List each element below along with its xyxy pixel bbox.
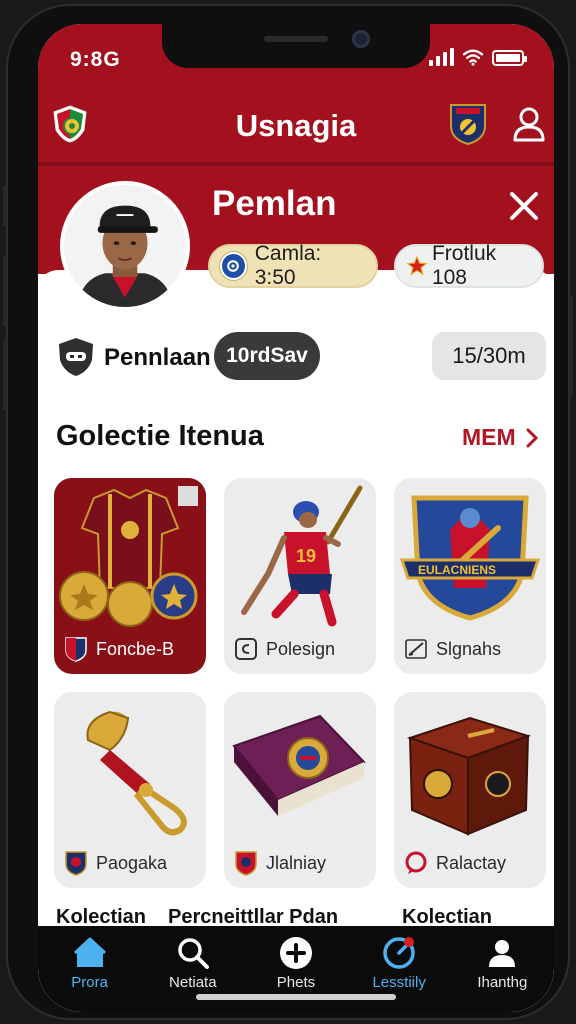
volume-up-button [3, 256, 7, 326]
card-footer: Paogaka [64, 850, 167, 876]
coins-chip-label: Camla: 3:50 [254, 242, 322, 289]
club-badge-icon [65, 851, 87, 876]
card-footer: Ralactay [404, 850, 506, 876]
collection-card[interactable]: Ralactay [394, 692, 546, 888]
card-footer: Foncbe-B [64, 636, 174, 662]
user-profile-icon[interactable] [512, 106, 546, 142]
card-footer: Polesign [234, 636, 335, 662]
activity-icon [383, 937, 415, 969]
nav-label: Prora [71, 974, 108, 991]
nav-label: Lesstiily [372, 974, 426, 991]
avatar[interactable] [60, 181, 190, 311]
speaker-grille [264, 36, 328, 42]
home-icon [73, 937, 106, 967]
screen: 9:8G Usnagia Pemlan Camla: 3:50 Frotluk … [38, 24, 554, 1012]
card-label: Slgnahs [436, 638, 502, 659]
card-label: Ralactay [436, 852, 507, 873]
coins-chip[interactable]: Camla: 3:50 [208, 242, 378, 289]
stat-pill[interactable]: 10rdSav [214, 332, 320, 380]
wifi-icon [462, 49, 484, 66]
see-more-link[interactable]: MEM [462, 424, 538, 451]
svg-text:EULACNIENS: EULACNIENS [418, 563, 496, 577]
status-icons [429, 48, 527, 66]
card-label: Foncbe-B [96, 638, 175, 659]
collection-card[interactable]: Jlalniay [224, 692, 376, 888]
status-time: 9:8G [70, 48, 121, 71]
notch [162, 24, 430, 68]
card-footer: Slgnahs [404, 636, 501, 662]
book-artwork [224, 692, 376, 842]
nav-item-add[interactable]: Phets [246, 936, 346, 991]
chevron-right-icon [526, 428, 538, 447]
shield-icon [59, 338, 93, 376]
crest-artwork: EULACNIENS [394, 478, 546, 628]
nav-item-profile[interactable]: Ihanthg [452, 936, 552, 991]
nav-label: Phets [276, 974, 316, 991]
svg-text:19: 19 [296, 546, 316, 566]
rank-chip-label: Frotluk 108 [431, 242, 497, 289]
card-label: Paogaka [96, 852, 168, 873]
collection-card[interactable]: Paogaka [54, 692, 206, 888]
box-artwork [394, 692, 546, 842]
close-icon[interactable] [504, 186, 544, 226]
card-label: Polesign [266, 638, 336, 659]
person-icon [489, 940, 516, 967]
card-footer: Jlalniay [234, 850, 326, 876]
stat-label: Pennlaan [104, 344, 211, 371]
signal-icon [429, 48, 454, 66]
player-artwork: 19 [224, 478, 376, 628]
nav-item-activity[interactable]: Lesstiily [349, 936, 449, 991]
nav-item-home[interactable]: Prora [40, 936, 140, 991]
avatar-portrait [64, 185, 186, 307]
nav-label: Ihanthg [477, 974, 528, 991]
nav-item-search[interactable]: Netiata [143, 936, 243, 991]
volume-down-button [3, 340, 7, 410]
stat-time: 15/30m [432, 332, 546, 380]
horn-artwork [54, 692, 206, 842]
plus-icon [279, 937, 312, 969]
star-icon [406, 255, 428, 276]
chat-bubble-icon [405, 851, 427, 874]
nav-label: Netiata [169, 974, 217, 991]
collection-card[interactable]: Foncbe-B [54, 478, 206, 674]
card-label: Jlalniay [266, 852, 327, 873]
coin-icon [220, 252, 247, 280]
search-icon [178, 938, 209, 969]
signature-icon [405, 639, 427, 659]
header-divider [38, 162, 554, 166]
club-badge-icon [235, 851, 257, 876]
rank-chip[interactable]: Frotluk 108 [394, 242, 544, 289]
collection-card[interactable]: 19 Polesign [224, 478, 376, 674]
phone-frame: 9:8G Usnagia Pemlan Camla: 3:50 Frotluk … [3, 4, 573, 1020]
collection-card[interactable]: EULACNIENS Slgnahs [394, 478, 546, 674]
profile-name: Pemlan [212, 184, 337, 223]
kit-artwork [54, 478, 206, 628]
club-badge-icon [65, 637, 87, 662]
home-indicator[interactable] [196, 994, 396, 1000]
team-badge-icon[interactable] [448, 102, 488, 146]
mute-switch [3, 186, 7, 226]
front-camera [352, 30, 370, 48]
battery-icon [492, 50, 527, 66]
see-more-label: MEM [462, 424, 516, 450]
sticker-icon [235, 638, 257, 660]
section-title: Golectie Itenua [56, 420, 264, 452]
power-button [569, 296, 573, 396]
